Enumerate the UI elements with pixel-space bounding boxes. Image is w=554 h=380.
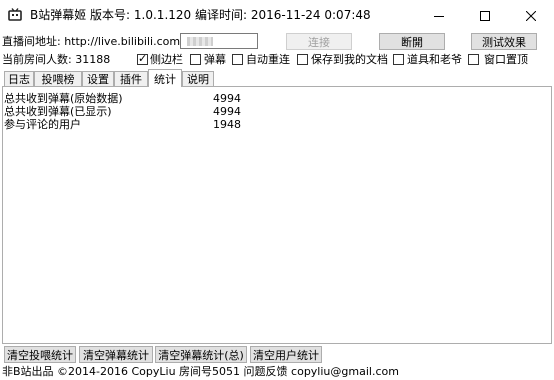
tab-log[interactable]: 日志: [4, 71, 34, 86]
danmaku-checkbox-label: 弹幕: [204, 53, 226, 66]
test-effect-button[interactable]: 测试效果: [471, 33, 537, 50]
danmaku-checkbox[interactable]: [190, 54, 201, 65]
window-title: B站弹幕姬 版本号: 1.0.1.120 编译时间: 2016-11-24 0:…: [30, 8, 371, 22]
stat-value-raw: 4994: [213, 92, 241, 105]
save-docs-checkbox[interactable]: [297, 54, 308, 65]
minimize-button[interactable]: [416, 0, 462, 31]
maximize-icon: [480, 10, 490, 21]
save-docs-label: 保存到我的文档: [311, 53, 388, 66]
app-tv-icon: [8, 8, 22, 21]
stat-label-raw: 总共收到弹幕(原始数据): [4, 92, 123, 105]
props-label: 道具和老爷: [407, 53, 462, 66]
sidebar-checkbox-label: 侧边栏: [150, 53, 183, 66]
clear-gift-stats-button[interactable]: 清空投喂统计: [4, 346, 76, 363]
tab-statistics[interactable]: 统计: [148, 69, 182, 87]
connect-button[interactable]: 连接: [286, 33, 352, 50]
auto-reconnect-label: 自动重连: [246, 53, 290, 66]
tab-plugins[interactable]: 插件: [114, 71, 148, 86]
clear-danmaku-stats-button[interactable]: 清空弹幕统计: [79, 346, 153, 363]
close-icon: [526, 10, 536, 21]
minimize-icon: [434, 15, 444, 17]
stat-value-shown: 4994: [213, 105, 241, 118]
props-checkbox[interactable]: [393, 54, 404, 65]
clear-danmaku-total-button[interactable]: 清空弹幕统计(总): [155, 346, 247, 363]
title-bar: B站弹幕姬 版本号: 1.0.1.120 编译时间: 2016-11-24 0:…: [0, 0, 554, 31]
room-url-label: 直播间地址: http://live.bilibili.com/: [2, 35, 184, 48]
disconnect-button[interactable]: 断開: [379, 33, 445, 50]
maximize-button[interactable]: [462, 0, 508, 31]
status-bar: 非B站出品 ©2014-2016 CopyLiu 房间号5051 问题反馈 co…: [2, 365, 399, 378]
topmost-label: 窗口置顶: [484, 53, 528, 66]
statistics-panel: [2, 86, 552, 344]
topmost-checkbox[interactable]: [468, 54, 479, 65]
close-button[interactable]: [508, 0, 554, 31]
auto-reconnect-checkbox[interactable]: [232, 54, 243, 65]
tab-gift-rank[interactable]: 投喂榜: [34, 71, 82, 86]
clear-user-stats-button[interactable]: 清空用户统计: [250, 346, 322, 363]
redacted-room-id: [187, 37, 213, 46]
stat-label-shown: 总共收到弹幕(已显示): [4, 105, 112, 118]
stat-value-users: 1948: [213, 118, 241, 131]
room-id-input[interactable]: [180, 33, 258, 49]
stat-label-users: 参与评论的用户: [4, 118, 81, 131]
tab-settings[interactable]: 设置: [82, 71, 114, 86]
tab-help[interactable]: 说明: [182, 71, 214, 86]
sidebar-checkbox[interactable]: [137, 52, 148, 65]
viewer-count: 当前房间人数: 31188: [2, 53, 111, 66]
